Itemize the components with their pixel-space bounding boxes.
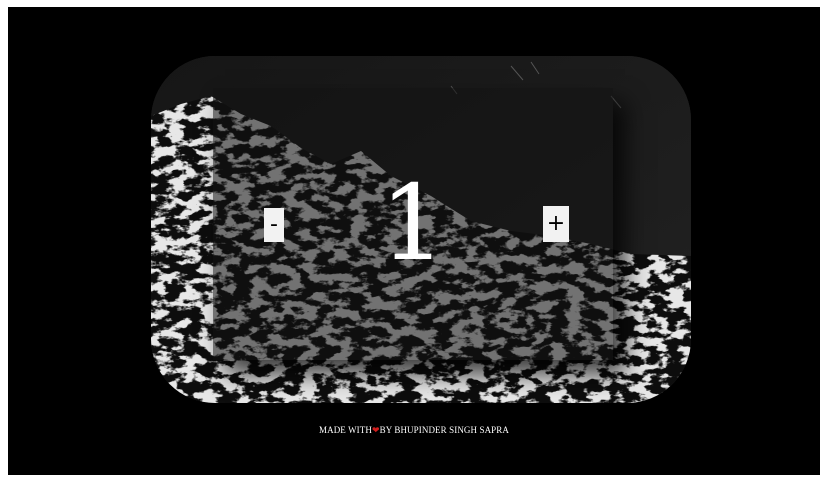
page-background: - 1 + MADE WITH❤BY BHUPINDER SINGH SAPRA <box>8 7 820 475</box>
footer-prefix: MADE WITH <box>319 425 372 435</box>
footer-author: BY BHUPINDER SINGH SAPRA <box>379 425 509 435</box>
heart-icon: ❤ <box>371 425 380 435</box>
increment-button[interactable]: + <box>543 206 569 242</box>
counter-card: - 1 + <box>151 56 691 403</box>
footer-credit: MADE WITH❤BY BHUPINDER SINGH SAPRA <box>8 425 820 436</box>
counter-value: 1 <box>379 162 447 284</box>
decrement-button[interactable]: - <box>264 208 284 242</box>
